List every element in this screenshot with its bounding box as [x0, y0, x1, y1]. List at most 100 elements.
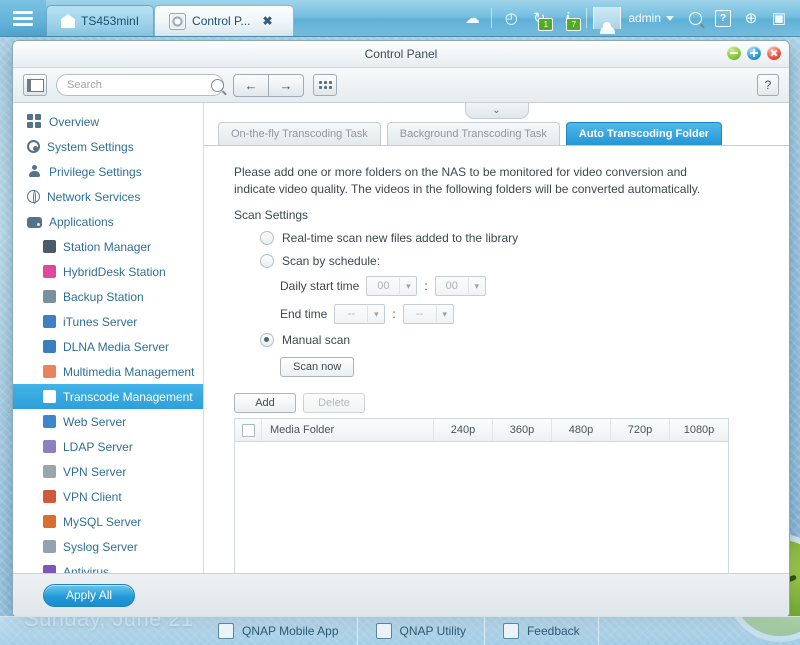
sidebar-item-applications[interactable]: Applications	[13, 209, 203, 234]
avatar[interactable]	[593, 7, 622, 34]
sidebar-item-dlna-media-server[interactable]: DLNA Media Server	[13, 334, 203, 359]
daily-start-hour-select[interactable]: 00 ▾	[366, 276, 418, 296]
forward-button[interactable]: →	[269, 73, 304, 97]
select-all-checkbox[interactable]	[241, 423, 255, 437]
sidebar-item-label: MySQL Server	[63, 514, 142, 529]
display-icon[interactable]: ▣	[766, 5, 792, 31]
radio-realtime-indicator[interactable]	[260, 231, 274, 245]
apps-grid-icon[interactable]	[313, 74, 337, 96]
user-menu-label[interactable]: admin	[623, 11, 664, 25]
sidebar-item-vpn-client[interactable]: VPN Client	[13, 484, 203, 509]
maximize-button[interactable]	[747, 46, 761, 60]
sidebar-item-label: Backup Station	[63, 289, 144, 304]
feedback-icon	[502, 623, 519, 639]
chevron-down-icon[interactable]	[666, 15, 674, 21]
sidebar-item-syslog-server[interactable]: Syslog Server	[13, 534, 203, 559]
daily-start-time-row: Daily start time 00 ▾ : 00 ▾	[234, 276, 761, 296]
window-help-button[interactable]: ?	[757, 74, 779, 96]
sidebar-item-overview[interactable]: Overview	[13, 109, 203, 134]
sidebar-item-backup-station[interactable]: Backup Station	[13, 284, 203, 309]
sidebar-item-station-manager[interactable]: Station Manager	[13, 234, 203, 259]
host-tab-label: TS453minI	[81, 14, 140, 28]
main-menu-icon[interactable]	[0, 0, 46, 36]
tab-auto-transcoding-folder[interactable]: Auto Transcoding Folder	[565, 122, 723, 145]
column-header-480p[interactable]: 480p	[552, 419, 611, 441]
add-folder-button[interactable]: Add	[234, 393, 296, 413]
taskbar-item-qnap-mobile-app[interactable]: QNAP Mobile App	[200, 617, 358, 645]
end-time-hour-select[interactable]: -- ▾	[334, 304, 386, 324]
sidebar[interactable]: Overview System Settings Privilege Setting…	[13, 103, 204, 573]
clock-icon[interactable]: ◴	[498, 5, 524, 31]
sync-icon[interactable]: ↻ 1	[526, 5, 554, 31]
end-time-row: End time -- ▾ : -- ▾	[234, 304, 761, 324]
taskbar-item-feedback[interactable]: Feedback	[485, 617, 599, 645]
panel-toggle-icon[interactable]	[23, 74, 47, 96]
search-box[interactable]	[56, 74, 224, 96]
sidebar-item-transcode-management[interactable]: Transcode Management	[13, 384, 203, 409]
sidebar-item-web-server[interactable]: Web Server	[13, 409, 203, 434]
column-header-240p[interactable]: 240p	[434, 419, 493, 441]
desktop-taskbar: QNAP Mobile App QNAP Utility Feedback	[0, 616, 800, 645]
hybriddesk-icon	[43, 265, 56, 278]
column-header-1080p[interactable]: 1080p	[670, 419, 728, 441]
daily-start-minute-select[interactable]: 00 ▾	[434, 276, 486, 296]
sidebar-item-network-services[interactable]: Network Services	[13, 184, 203, 209]
mysql-icon	[43, 515, 56, 528]
column-header-360p[interactable]: 360p	[493, 419, 552, 441]
sidebar-item-mysql-server[interactable]: MySQL Server	[13, 509, 203, 534]
time-separator-1: :	[424, 279, 428, 293]
control-panel-tab[interactable]: Control P... ✖	[154, 5, 295, 36]
control-panel-window: Control Panel ← → ? Overview System Setti…	[12, 40, 790, 617]
close-icon[interactable]: ✖	[263, 14, 273, 28]
cloud-icon[interactable]: ☁	[459, 5, 485, 31]
host-tab[interactable]: TS453minI	[46, 5, 155, 36]
select-all-checkbox-cell[interactable]	[235, 419, 262, 441]
radio-scan-by-schedule[interactable]: Scan by schedule:	[234, 254, 761, 268]
sidebar-item-antivirus[interactable]: Antivirus	[13, 559, 203, 573]
info-badge: 7	[566, 18, 582, 31]
sidebar-item-privilege-settings[interactable]: Privilege Settings	[13, 159, 203, 184]
sidebar-item-hybriddesk-station[interactable]: HybridDesk Station	[13, 259, 203, 284]
sidebar-item-multimedia-management[interactable]: Multimedia Management	[13, 359, 203, 384]
tab-on-the-fly-transcoding-task[interactable]: On-the-fly Transcoding Task	[218, 122, 381, 145]
time-separator-2: :	[392, 307, 396, 321]
close-button[interactable]	[767, 46, 781, 60]
back-button[interactable]: ←	[233, 73, 269, 97]
system-tray: ☁ ◴ ↻ 1 i 7 admin ? ⊕ ▣	[459, 5, 800, 34]
help-icon[interactable]: ?	[710, 5, 736, 31]
info-icon[interactable]: i 7	[554, 5, 582, 31]
tab-background-transcoding-task[interactable]: Background Transcoding Task	[386, 122, 560, 145]
sidebar-item-itunes-server[interactable]: iTunes Server	[13, 309, 203, 334]
sidebar-item-ldap-server[interactable]: LDAP Server	[13, 434, 203, 459]
scan-now-wrapper: Scan now	[280, 357, 761, 377]
scan-now-button[interactable]: Scan now	[280, 357, 355, 377]
radio-manual-scan[interactable]: Manual scan	[234, 333, 761, 347]
radio-manual-indicator[interactable]	[260, 333, 274, 347]
table-body[interactable]	[235, 442, 728, 573]
vpn-server-icon	[43, 465, 56, 478]
search-icon	[211, 78, 224, 92]
column-header-media folder[interactable]: Media Folder	[262, 419, 434, 441]
sidebar-item-label: iTunes Server	[63, 314, 138, 329]
collapse-panel-icon[interactable]: ⌄	[464, 103, 529, 119]
chevron-down-icon: ▾	[367, 306, 384, 322]
sidebar-item-vpn-server[interactable]: VPN Server	[13, 459, 203, 484]
sidebar-item-label: Syslog Server	[63, 539, 138, 554]
itunes-icon	[43, 315, 56, 328]
search-input[interactable]	[65, 78, 211, 92]
end-time-minute-select[interactable]: -- ▾	[402, 304, 454, 324]
search-icon[interactable]	[682, 5, 708, 31]
radio-realtime-scan[interactable]: Real-time scan new files added to the li…	[234, 231, 761, 245]
sidebar-item-label: DLNA Media Server	[63, 339, 170, 354]
mobile-app-icon	[218, 623, 234, 639]
apply-all-button[interactable]: Apply All	[43, 583, 136, 607]
column-header-720p[interactable]: 720p	[611, 419, 670, 441]
sidebar-item-label: Applications	[49, 214, 114, 229]
auto-transcoding-folder-pane: Please add one or more folders on the NA…	[204, 146, 789, 573]
delete-folder-button: Delete	[303, 393, 365, 413]
sidebar-item-system-settings[interactable]: System Settings	[13, 134, 203, 159]
radio-schedule-indicator[interactable]	[260, 254, 274, 268]
globe-icon[interactable]: ⊕	[738, 5, 764, 31]
taskbar-item-qnap-utility[interactable]: QNAP Utility	[358, 617, 485, 645]
minimize-button[interactable]	[727, 46, 741, 60]
